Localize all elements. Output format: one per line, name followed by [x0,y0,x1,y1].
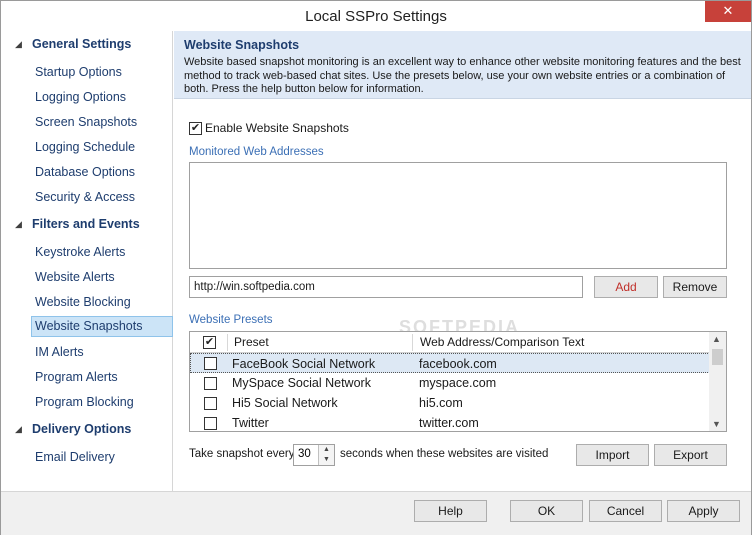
sidebar-item-program-blocking[interactable]: Program Blocking [31,392,173,412]
sidebar-item-label: Screen Snapshots [35,115,138,129]
collapse-arrow-icon: ◢ [15,39,22,49]
sidebar-item-logging-options[interactable]: Logging Options [31,87,173,107]
dialog-footer: Help OK Cancel Apply [1,491,751,535]
enable-snapshots-label: Enable Website Snapshots [205,121,349,135]
monitored-addresses-list[interactable] [189,162,727,269]
snapshot-interval-value[interactable]: 30 [298,448,311,460]
preset-address: twitter.com [419,416,479,430]
sidebar-item-label: Startup Options [35,65,122,79]
close-button[interactable]: ✕ [705,1,751,22]
preset-address: myspace.com [419,376,497,390]
row-checkbox[interactable] [204,397,217,410]
table-row[interactable]: MySpace Social Network myspace.com [190,373,710,393]
table-row[interactable]: FaceBook Social Network facebook.com [190,353,710,373]
enable-snapshots-checkbox[interactable]: ✔ [189,122,202,135]
sidebar-item-keystroke-alerts[interactable]: Keystroke Alerts [31,242,173,262]
sidebar-item-startup-options[interactable]: Startup Options [31,62,173,82]
presets-table: ✔ Preset Web Address/Comparison Text Fac… [189,331,727,432]
page-header: Website Snapshots Website based snapshot… [174,31,751,99]
sidebar-item-label: Program Alerts [35,370,118,384]
sidebar-item-im-alerts[interactable]: IM Alerts [31,342,173,362]
column-header-preset[interactable]: Preset [234,335,269,349]
preset-name: FaceBook Social Network [232,357,376,371]
group-general-settings[interactable]: ◢ General Settings [1,34,173,56]
sidebar-item-logging-schedule[interactable]: Logging Schedule [31,137,173,157]
preset-address: hi5.com [419,396,463,410]
add-button[interactable]: Add [594,276,658,298]
export-button[interactable]: Export [654,444,727,466]
sidebar-item-label: Email Delivery [35,450,115,464]
sidebar-item-label: Database Options [35,165,136,179]
window-title: Local SSPro Settings [305,8,447,25]
sidebar-item-website-snapshots[interactable]: Website Snapshots [31,316,173,337]
sidebar-item-screen-snapshots[interactable]: Screen Snapshots [31,112,173,132]
group-label: Delivery Options [32,422,132,436]
column-header-address[interactable]: Web Address/Comparison Text [420,335,584,349]
group-label: General Settings [32,37,132,51]
scroll-thumb[interactable] [712,349,723,365]
table-header: ✔ Preset Web Address/Comparison Text [190,332,710,353]
settings-window: Local SSPro Settings ✕ ◢ General Setting… [0,0,752,535]
spin-up-icon[interactable]: ▲ [318,445,334,455]
sidebar-item-program-alerts[interactable]: Program Alerts [31,367,173,387]
snapshot-suffix-label: seconds when these websites are visited [340,448,549,460]
presets-scrollbar[interactable]: ▲ ▼ [709,332,726,431]
sidebar-item-security-access[interactable]: Security & Access [31,187,173,207]
snapshot-interval-stepper[interactable]: 30 ▲ ▼ [293,444,335,466]
group-label: Filters and Events [32,217,140,231]
sidebar-item-label: IM Alerts [35,345,84,359]
preset-address: facebook.com [419,357,497,371]
row-checkbox[interactable] [204,377,217,390]
help-button[interactable]: Help [414,500,487,522]
import-button[interactable]: Import [576,444,649,466]
table-row[interactable]: Hi5 Social Network hi5.com [190,393,710,413]
preset-name: MySpace Social Network [232,376,371,390]
sidebar-item-label: Program Blocking [35,395,134,409]
page-title: Website Snapshots [184,38,300,52]
sidebar-item-label: Website Blocking [35,295,131,309]
select-all-checkbox[interactable]: ✔ [203,336,216,349]
monitored-addresses-label: Monitored Web Addresses [189,146,324,158]
spin-down-icon[interactable]: ▼ [318,455,334,465]
sidebar-item-label: Logging Options [35,90,127,104]
sidebar-item-website-blocking[interactable]: Website Blocking [31,292,173,312]
sidebar-item-website-alerts[interactable]: Website Alerts [31,267,173,287]
preset-name: Hi5 Social Network [232,396,338,410]
title-bar: Local SSPro Settings ✕ [1,1,751,31]
sidebar-item-email-delivery[interactable]: Email Delivery [31,447,173,467]
snapshot-prefix-label: Take snapshot every [189,448,295,460]
sidebar-nav: ◢ General Settings Startup Options Loggi… [1,31,173,491]
scroll-up-icon[interactable]: ▲ [712,334,721,344]
sidebar-item-label: Keystroke Alerts [35,245,126,259]
collapse-arrow-icon: ◢ [15,424,22,434]
row-checkbox[interactable] [204,417,217,430]
page-description: Website based snapshot monitoring is an … [184,56,741,95]
sidebar-item-label: Logging Schedule [35,140,136,154]
ok-button[interactable]: OK [510,500,583,522]
column-divider [412,334,413,351]
url-input[interactable] [189,276,583,298]
cancel-button[interactable]: Cancel [589,500,662,522]
sidebar-item-database-options[interactable]: Database Options [31,162,173,182]
remove-button[interactable]: Remove [663,276,727,298]
row-checkbox[interactable] [204,357,217,370]
sidebar-item-label: Website Snapshots [35,319,143,333]
collapse-arrow-icon: ◢ [15,219,22,229]
website-presets-label: Website Presets [189,314,273,326]
sidebar-item-label: Website Alerts [35,270,115,284]
scroll-down-icon[interactable]: ▼ [712,419,721,429]
group-filters-and-events[interactable]: ◢ Filters and Events [1,214,173,236]
apply-button[interactable]: Apply [667,500,740,522]
group-delivery-options[interactable]: ◢ Delivery Options [1,419,173,441]
table-row[interactable]: Twitter twitter.com [190,413,710,431]
preset-name: Twitter [232,416,269,430]
sidebar-item-label: Security & Access [35,190,136,204]
column-divider [227,334,228,351]
